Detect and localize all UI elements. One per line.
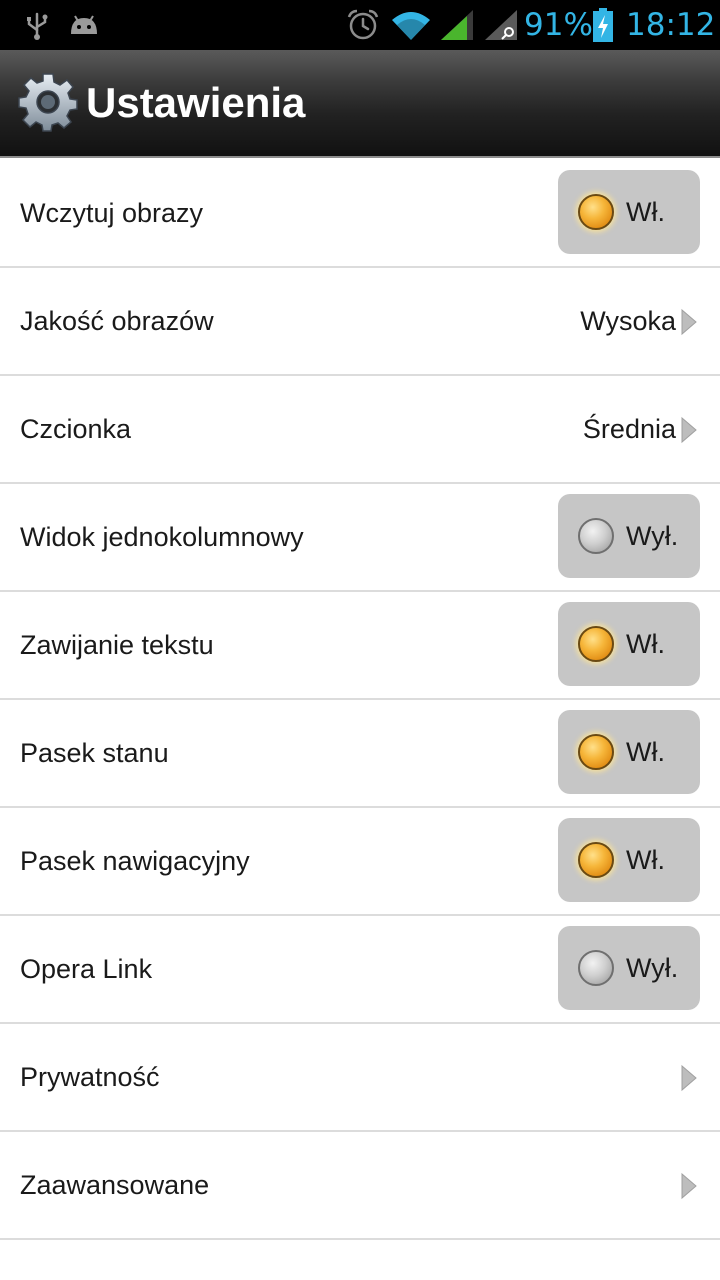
page-title: Ustawienia — [86, 79, 306, 126]
clock: 18:12 — [626, 7, 716, 43]
nav-bar-toggle[interactable]: Wł. — [558, 818, 700, 902]
toggle-state: Wł. — [626, 737, 665, 767]
alarm-icon — [344, 0, 382, 50]
signal-icon — [438, 0, 476, 50]
setting-label: Pasek stanu — [20, 738, 169, 768]
settings-list: Wczytuj obrazy Wł. Jakość obrazów Wysoka… — [0, 160, 720, 1240]
chevron-right-icon — [681, 1064, 697, 1092]
setting-label: Zaawansowane — [20, 1170, 210, 1200]
setting-label: Pasek nawigacyjny — [20, 846, 250, 876]
setting-label: Czcionka — [20, 414, 132, 444]
setting-label: Jakość obrazów — [20, 306, 214, 336]
setting-single-column[interactable]: Widok jednokolumnowy Wył. — [0, 484, 720, 592]
setting-font[interactable]: Czcionka Średnia — [0, 376, 720, 484]
gear-icon — [18, 72, 78, 132]
led-on-icon — [578, 842, 614, 878]
setting-status-bar[interactable]: Pasek stanu Wł. — [0, 700, 720, 808]
setting-label: Wczytuj obrazy — [20, 198, 204, 228]
setting-label: Widok jednokolumnowy — [20, 522, 304, 552]
single-column-toggle[interactable]: Wył. — [558, 494, 700, 578]
wifi-icon — [388, 0, 434, 50]
chevron-right-icon — [681, 308, 697, 336]
usb-icon — [22, 0, 52, 50]
setting-value: Wysoka — [580, 306, 676, 336]
toggle-state: Wył. — [626, 953, 679, 983]
setting-advanced[interactable]: Zaawansowane — [0, 1132, 720, 1240]
battery-charging-icon — [590, 0, 616, 50]
setting-value: Średnia — [582, 414, 676, 444]
led-off-icon — [578, 950, 614, 986]
led-on-icon — [578, 626, 614, 662]
text-wrap-toggle[interactable]: Wł. — [558, 602, 700, 686]
setting-load-images[interactable]: Wczytuj obrazy Wł. — [0, 160, 720, 268]
toggle-state: Wył. — [626, 521, 679, 551]
toggle-state: Wł. — [626, 197, 665, 227]
load-images-toggle[interactable]: Wł. — [558, 170, 700, 254]
led-on-icon — [578, 734, 614, 770]
battery-percentage: 91% — [524, 7, 593, 43]
signal-roaming-icon — [482, 0, 520, 50]
opera-link-toggle[interactable]: Wył. — [558, 926, 700, 1010]
chevron-right-icon — [681, 1172, 697, 1200]
android-icon — [66, 0, 102, 50]
status-bar: 91% 18:12 — [0, 0, 720, 50]
setting-privacy[interactable]: Prywatność — [0, 1024, 720, 1132]
setting-nav-bar[interactable]: Pasek nawigacyjny Wł. — [0, 808, 720, 916]
setting-label: Prywatność — [20, 1062, 160, 1092]
toggle-state: Wł. — [626, 629, 665, 659]
chevron-right-icon — [681, 416, 697, 444]
led-off-icon — [578, 518, 614, 554]
action-bar: Ustawienia — [0, 50, 720, 158]
led-on-icon — [578, 194, 614, 230]
setting-text-wrap[interactable]: Zawijanie tekstu Wł. — [0, 592, 720, 700]
setting-opera-link[interactable]: Opera Link Wył. — [0, 916, 720, 1024]
setting-image-quality[interactable]: Jakość obrazów Wysoka — [0, 268, 720, 376]
status-bar-toggle[interactable]: Wł. — [558, 710, 700, 794]
setting-label: Opera Link — [20, 954, 153, 984]
setting-label: Zawijanie tekstu — [20, 630, 214, 660]
toggle-state: Wł. — [626, 845, 665, 875]
